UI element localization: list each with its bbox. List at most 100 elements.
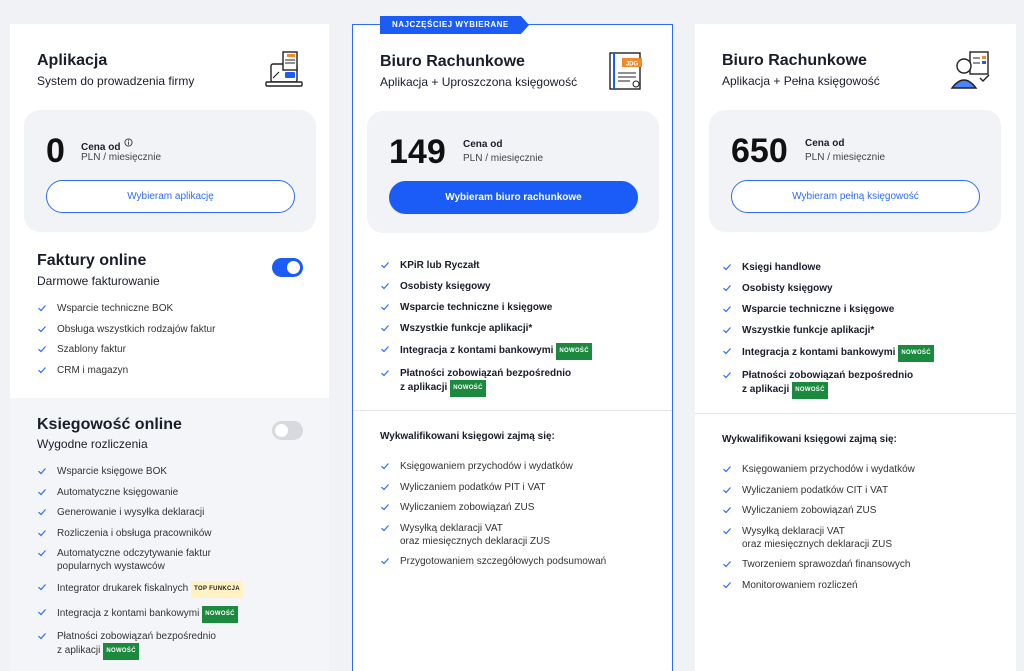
faktury-toggle[interactable]	[272, 258, 303, 277]
list-item-text: Integracja z kontami bankowymi	[742, 346, 896, 358]
list-item-text: Obsługa wszystkich rodzajów faktur	[57, 323, 216, 335]
list-item-text: Wyliczaniem zobowiązań ZUS	[742, 505, 877, 517]
list-item: Wyliczaniem podatków CIT i VAT	[722, 484, 915, 497]
check-icon	[381, 483, 389, 490]
check-icon	[38, 529, 46, 537]
price-box: 650 Cena od PLN / miesięcznie Wybieram p…	[709, 110, 1001, 232]
check-icon	[723, 284, 731, 292]
plan-card-uproszczona: NAJCZĘŚCIEJ WYBIERANE Biuro Rachunkowe A…	[352, 16, 673, 671]
list-item-text: Integracja z kontami bankowymi	[57, 607, 200, 619]
list-item: Wsparcie techniczne BOK	[37, 302, 215, 315]
section-title: Wykwalifikowani księgowi zajmą się:	[380, 431, 555, 442]
module-subtitle-faktury: Darmowe fakturowanie	[37, 274, 160, 288]
list-item-text-line2: popularnych wystawców	[57, 560, 243, 573]
check-icon	[38, 488, 46, 495]
plan-title: Aplikacja	[37, 52, 108, 69]
section-title: Wykwalifikowani księgowi zajmą się:	[722, 434, 897, 445]
check-icon	[723, 264, 731, 271]
check-icon	[38, 584, 46, 591]
choose-app-button[interactable]: Wybieram aplikację	[46, 180, 295, 213]
module-title-ksiegowosc: Ksiegowość online	[37, 416, 182, 433]
check-icon	[38, 325, 46, 332]
accountant-person-icon	[950, 51, 990, 89]
list-item: Automatyczne księgowanie	[37, 486, 243, 499]
list-item: Szablony faktur	[37, 343, 215, 356]
ksiegowosc-toggle[interactable]	[272, 421, 303, 440]
list-item-line2-text: z aplikacji	[57, 645, 101, 657]
list-item-text: Wysyłką deklaracji VAT	[742, 525, 845, 537]
list-item-line2-text: z aplikacji	[742, 384, 790, 396]
list-item: CRM i magazyn	[37, 364, 215, 377]
list-item-text: Wszystkie funkcje aplikacji*	[400, 322, 533, 334]
list-item-text: Płatności zobowiązań bezpośrednio	[400, 368, 572, 380]
check-icon	[723, 582, 731, 589]
choose-office-button[interactable]: Wybieram biuro rachunkowe	[389, 181, 638, 214]
list-item-text: Wszystkie funkcje aplikacji*	[742, 324, 875, 336]
list-item-text: Integrator drukarek fiskalnych	[57, 582, 189, 594]
check-icon	[38, 550, 46, 557]
check-icon	[723, 466, 731, 473]
list-item: Osobisty księgowy	[722, 282, 934, 295]
new-tag: NOWOŚĆ	[898, 344, 934, 362]
list-item: Płatności zobowiązań bezpośrednio z aplik…	[380, 367, 592, 398]
list-item-text: Wyliczaniem zobowiązań ZUS	[400, 502, 535, 514]
list-item: Wysyłką deklaracji VAT oraz miesięcznych …	[722, 525, 915, 551]
list-item-text: Szablony faktur	[57, 344, 126, 355]
jdg-document-icon: JDG	[609, 52, 642, 90]
check-icon	[723, 507, 731, 514]
price-box: 0 Cena od PLN / miesięcznie Wybieram apl…	[24, 110, 316, 232]
module-subtitle-ksiegowosc: Wygodne rozliczenia	[37, 437, 148, 451]
toggle-knob	[275, 424, 288, 437]
check-icon	[38, 305, 46, 312]
check-icon	[381, 370, 389, 377]
list-item: Rozliczenia i obsługa pracowników	[37, 527, 243, 540]
list-item: Wsparcie księgowe BOK	[37, 465, 243, 478]
check-icon	[38, 509, 46, 516]
check-icon	[381, 558, 389, 565]
list-item: Księgowaniem przychodów i wydatków	[380, 460, 606, 473]
list-item-line2-text: z aplikacji	[400, 382, 448, 394]
list-item-text: Płatności zobowiązań bezpośrednio	[742, 370, 914, 382]
list-item-text: Monitorowaniem rozliczeń	[742, 579, 858, 591]
check-icon	[38, 346, 46, 353]
list-item-text: Integracja z kontami bankowymi	[400, 344, 554, 356]
check-icon	[381, 504, 389, 511]
list-item-text: Automatyczne odczytywanie faktur	[57, 548, 211, 560]
list-item: Automatyczne odczytywanie faktur popularn…	[37, 547, 243, 573]
new-tag: NOWOŚĆ	[202, 605, 238, 623]
list-item: Wszystkie funkcje aplikacji*	[722, 324, 934, 337]
price-value: 0	[46, 132, 65, 170]
list-item-text: Tworzeniem sprawozdań finansowych	[742, 559, 911, 571]
list-item-text: CRM i magazyn	[57, 364, 129, 376]
list-item: Monitorowaniem rozliczeń	[722, 579, 915, 592]
list-item-text: Wysyłką deklaracji VAT	[400, 522, 503, 534]
plan-subtitle: System do prowadzenia firmy	[37, 74, 195, 88]
list-item: Tworzeniem sprawozdań finansowych	[722, 558, 915, 571]
check-icon	[723, 347, 731, 354]
list-item-text: Automatyczne księgowanie	[57, 486, 179, 498]
choose-full-accounting-button[interactable]: Wybieram pełną księgowość	[731, 180, 980, 213]
info-icon[interactable]	[124, 138, 133, 147]
list-item: Generowanie i wysyłka deklaracji	[37, 506, 243, 519]
list-item-text-line2: z aplikacji NOWOŚĆ	[400, 380, 592, 398]
check-icon	[38, 366, 46, 373]
list-item: KPiR lub Ryczałt	[380, 259, 592, 272]
list-item: Integracja z kontami bankowymi NOWOŚĆ	[380, 342, 592, 360]
faktury-feature-list: Wsparcie techniczne BOK Obsługa wszystkic…	[37, 302, 215, 384]
new-tag: NOWOŚĆ	[103, 643, 139, 661]
list-item: Płatności zobowiązań bezpośrednio z aplik…	[722, 369, 934, 400]
check-icon	[381, 345, 389, 352]
list-item-text: Osobisty księgowy	[742, 282, 833, 294]
price-label: Cena od	[81, 138, 133, 153]
list-item: Integracja z kontami bankowymi NOWOŚĆ	[722, 344, 934, 362]
plan-card-aplikacja: Aplikacja System do prowadzenia firmy 0 …	[10, 24, 329, 671]
list-item: Księgowaniem przychodów i wydatków	[722, 463, 915, 476]
list-item-text: Księgowaniem przychodów i wydatków	[400, 461, 573, 472]
right-feature-list: Księgi handlowe Osobisty księgowy Wsparcie…	[722, 261, 934, 407]
price-unit: PLN / miesięcznie	[463, 153, 544, 164]
check-icon	[38, 608, 46, 615]
list-item: Wyliczaniem zobowiązań ZUS	[380, 501, 606, 514]
list-item-text: Wsparcie techniczne BOK	[57, 303, 174, 314]
check-icon	[381, 463, 389, 470]
list-item: Wysyłką deklaracji VAT oraz miesięcznych …	[380, 522, 606, 548]
